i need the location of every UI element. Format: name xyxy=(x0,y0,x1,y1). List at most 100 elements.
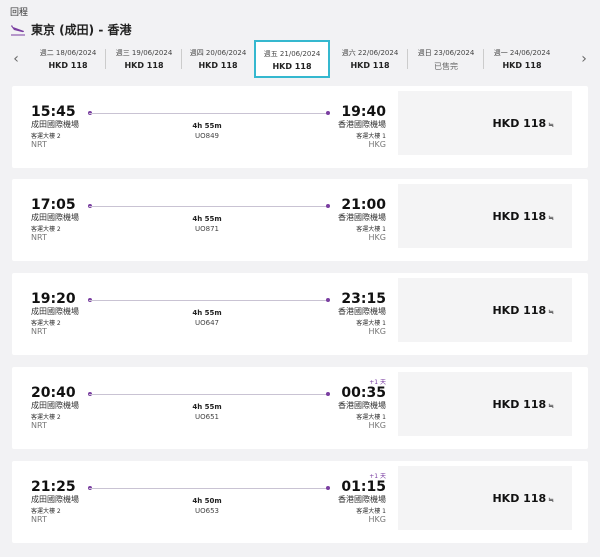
flight-card[interactable]: 15:45 成田國際機場 客運大樓 2 NRT 4h 55m UO849 19:… xyxy=(12,86,588,168)
date-tab[interactable]: 週二 18/06/2024 HKD 118 xyxy=(30,40,106,78)
departure-code: NRT xyxy=(31,327,47,336)
chevron-right-icon: › xyxy=(581,51,587,67)
chevron-left-icon: ‹ xyxy=(13,51,19,67)
arrival-time: 21:00 xyxy=(341,197,386,213)
flight-number: UO647 xyxy=(195,319,219,327)
fare-select-button[interactable]: HKD 118 ≒ xyxy=(398,184,572,248)
date-selector: ‹ 週二 18/06/2024 HKD 118 週三 19/06/2024 HK… xyxy=(0,40,600,80)
arrival-dot xyxy=(326,204,330,208)
arrival-dot xyxy=(326,486,330,490)
departure-terminal: 客運大樓 2 xyxy=(31,508,61,515)
departure-terminal: 客運大樓 2 xyxy=(31,320,61,327)
flight-card[interactable]: 19:20 成田國際機場 客運大樓 2 NRT 4h 55m UO647 23:… xyxy=(12,273,588,355)
arrival-airport: 香港國際機場 xyxy=(338,213,386,222)
arrival-terminal: 客運大樓 1 xyxy=(356,414,386,421)
route-line xyxy=(89,394,327,395)
fare-price: HKD 118 ≒ xyxy=(492,117,554,130)
date-tab-price: 已售完 xyxy=(434,62,458,71)
date-tab-date: 週四 20/06/2024 xyxy=(189,49,247,57)
prev-dates-button[interactable]: ‹ xyxy=(8,50,24,68)
fare-amount: HKD 118 xyxy=(492,210,547,223)
fare-price: HKD 118 ≒ xyxy=(492,492,554,505)
arrival-time: 01:15 xyxy=(341,479,386,495)
flight-number: UO651 xyxy=(195,413,219,421)
flight-number: UO871 xyxy=(195,225,219,233)
arrival-time: 00:35 xyxy=(341,385,386,401)
departure-time: 21:25 xyxy=(31,479,76,495)
date-tab-date: 週二 18/06/2024 xyxy=(39,49,97,57)
flight-number: UO653 xyxy=(195,507,219,515)
date-tab-date: 週一 24/06/2024 xyxy=(493,49,551,57)
date-tab-active[interactable]: 週五 21/06/2024 HKD 118 xyxy=(254,40,330,78)
departure-code: NRT xyxy=(31,233,47,242)
flight-duration: 4h 55m xyxy=(192,309,222,317)
route-line xyxy=(89,300,327,301)
arrival-dot xyxy=(326,392,330,396)
section-label: 回程 xyxy=(10,8,29,18)
flight-duration: 4h 50m xyxy=(192,497,222,505)
arrival-time: 23:15 xyxy=(341,291,386,307)
approx-icon: ≒ xyxy=(548,121,554,129)
arrival-code: HKG xyxy=(368,233,386,242)
departure-time: 19:20 xyxy=(31,291,76,307)
date-tab-date: 週三 19/06/2024 xyxy=(115,49,173,57)
date-tab-price: HKD 118 xyxy=(350,61,390,70)
date-tab[interactable]: 週六 22/06/2024 HKD 118 xyxy=(332,40,408,78)
approx-icon: ≒ xyxy=(548,402,554,410)
arrival-dot xyxy=(326,298,330,302)
flight-duration: 4h 55m xyxy=(192,122,222,130)
fare-price: HKD 118 ≒ xyxy=(492,398,554,411)
departure-terminal: 客運大樓 2 xyxy=(31,414,61,421)
date-tab-date: 週六 22/06/2024 xyxy=(341,49,399,57)
arrival-code: HKG xyxy=(368,515,386,524)
fare-select-button[interactable]: HKD 118 ≒ xyxy=(398,466,572,530)
departure-airport: 成田國際機場 xyxy=(31,120,79,129)
date-tab[interactable]: 週日 23/06/2024 已售完 xyxy=(408,40,484,78)
flight-card[interactable]: 17:05 成田國際機場 客運大樓 2 NRT 4h 55m UO871 21:… xyxy=(12,179,588,261)
flight-duration: 4h 55m xyxy=(192,403,222,411)
arrival-code: HKG xyxy=(368,421,386,430)
departure-airport: 成田國際機場 xyxy=(31,213,79,222)
date-tab[interactable]: 週三 19/06/2024 HKD 118 xyxy=(106,40,182,78)
fare-amount: HKD 118 xyxy=(492,117,547,130)
fare-amount: HKD 118 xyxy=(492,304,547,317)
arrival-dot xyxy=(326,111,330,115)
date-tab-price: HKD 118 xyxy=(124,61,164,70)
route-title: 東京 (成田) - 香港 xyxy=(31,23,132,37)
departure-airport: 成田國際機場 xyxy=(31,495,79,504)
departure-airport: 成田國際機場 xyxy=(31,307,79,316)
departure-time: 17:05 xyxy=(31,197,76,213)
arrival-airport: 香港國際機場 xyxy=(338,120,386,129)
arrival-time: 19:40 xyxy=(341,104,386,120)
arrival-terminal: 客運大樓 1 xyxy=(356,320,386,327)
fare-select-button[interactable]: HKD 118 ≒ xyxy=(398,372,572,436)
flight-card[interactable]: 21:25 成田國際機場 客運大樓 2 NRT 4h 50m UO653 +1 … xyxy=(12,461,588,543)
approx-icon: ≒ xyxy=(548,308,554,316)
fare-select-button[interactable]: HKD 118 ≒ xyxy=(398,278,572,342)
arrival-terminal: 客運大樓 1 xyxy=(356,226,386,233)
return-header: 回程 東京 (成田) - 香港 xyxy=(10,5,131,38)
approx-icon: ≒ xyxy=(548,214,554,222)
arrival-code: HKG xyxy=(368,327,386,336)
flight-card[interactable]: 20:40 成田國際機場 客運大樓 2 NRT 4h 55m UO651 +1 … xyxy=(12,367,588,449)
route-row: 東京 (成田) - 香港 xyxy=(10,21,131,38)
date-tab[interactable]: 週四 20/06/2024 HKD 118 xyxy=(180,40,256,78)
date-tab-price: HKD 118 xyxy=(502,61,542,70)
route-line xyxy=(89,113,327,114)
date-tab-price: HKD 118 xyxy=(198,61,238,70)
departure-code: NRT xyxy=(31,140,47,149)
departure-code: NRT xyxy=(31,421,47,430)
date-tab[interactable]: 週一 24/06/2024 HKD 118 xyxy=(484,40,560,78)
flight-number: UO849 xyxy=(195,132,219,140)
route-line xyxy=(89,206,327,207)
fare-amount: HKD 118 xyxy=(492,492,547,505)
arrival-airport: 香港國際機場 xyxy=(338,307,386,316)
fare-select-button[interactable]: HKD 118 ≒ xyxy=(398,91,572,155)
date-tab-date: 週日 23/06/2024 xyxy=(417,49,475,57)
approx-icon: ≒ xyxy=(548,496,554,504)
arrival-airport: 香港國際機場 xyxy=(338,401,386,410)
next-dates-button[interactable]: › xyxy=(576,50,592,68)
departure-terminal: 客運大樓 2 xyxy=(31,133,61,140)
arrival-airport: 香港國際機場 xyxy=(338,495,386,504)
arrival-terminal: 客運大樓 1 xyxy=(356,133,386,140)
